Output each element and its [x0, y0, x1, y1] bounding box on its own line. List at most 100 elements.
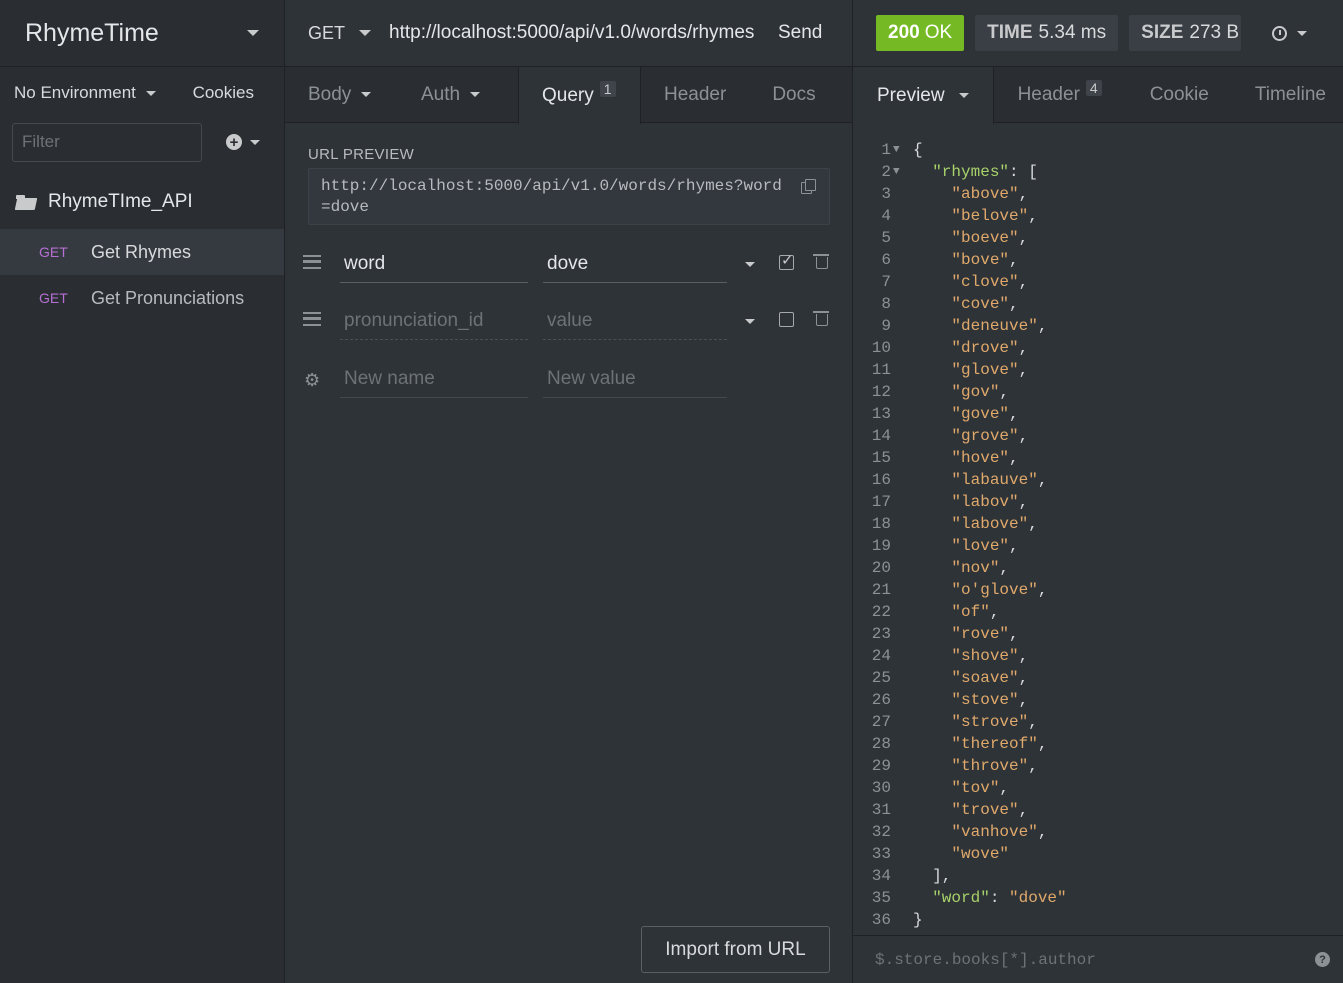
drag-handle-icon[interactable] [303, 312, 321, 326]
gutter [891, 777, 913, 799]
code-line: 15 "hove", [853, 447, 1343, 469]
response-status-bar: 200 OK TIME 5.34 ms SIZE 273 B [853, 0, 1343, 67]
new-value-input[interactable]: New value [543, 360, 727, 398]
line-number: 35 [871, 889, 891, 907]
line-number: 7 [881, 273, 891, 291]
param-name-input[interactable]: word [340, 245, 528, 283]
code-text: "labov", [951, 493, 1029, 511]
chevron-down-icon [958, 93, 969, 98]
code-text: "vanhove", [951, 823, 1048, 841]
new-name-input[interactable]: New name [340, 360, 528, 398]
chevron-down-icon[interactable] [745, 262, 755, 267]
param-value-input[interactable]: dove [543, 245, 727, 283]
code-line: 7 "clove", [853, 271, 1343, 293]
tab-response-header[interactable]: Header 4 [994, 67, 1126, 122]
status-code: 200 [888, 22, 920, 43]
sidebar-filter-input[interactable] [12, 122, 202, 162]
line-number: 28 [871, 735, 891, 753]
line-number: 24 [871, 647, 891, 665]
line-number: 15 [871, 449, 891, 467]
size-metric: SIZE 273 B [1129, 15, 1242, 51]
tab-timeline[interactable]: Timeline [1233, 67, 1326, 122]
add-menu-button[interactable]: + [226, 134, 260, 150]
send-button[interactable]: Send [778, 22, 822, 44]
param-enabled-checkbox[interactable] [779, 312, 794, 327]
method-dropdown[interactable]: GET [285, 23, 389, 44]
line-number: 9 [881, 317, 891, 335]
code-text: "shove", [951, 647, 1029, 665]
response-pane: 200 OK TIME 5.34 ms SIZE 273 B Preview H… [853, 0, 1343, 983]
request-get-pronunciations[interactable]: GET Get Pronunciations [0, 275, 284, 321]
url-input[interactable]: http://localhost:5000/api/v1.0/words/rhy… [389, 22, 755, 44]
chevron-down-icon [359, 30, 372, 36]
code-text: "rhymes": [ [932, 163, 1038, 181]
gutter [891, 359, 913, 381]
gutter [891, 645, 913, 667]
tab-query[interactable]: Query 1 [518, 67, 641, 124]
code-text: "labove", [951, 515, 1038, 533]
sidebar: RhymeTime No Environment Cookies + Rhyme… [0, 0, 285, 983]
trash-icon[interactable] [813, 311, 829, 326]
code-line: 12 "gov", [853, 381, 1343, 403]
code-text: "bove", [951, 251, 1019, 269]
clock-icon [1272, 25, 1288, 41]
line-number: 17 [871, 493, 891, 511]
folder-label: RhymeTIme_API [48, 191, 193, 212]
fold-toggle-icon[interactable]: ▼ [891, 139, 913, 161]
line-number: 10 [871, 339, 891, 357]
gutter [891, 557, 913, 579]
chevron-down-icon[interactable] [745, 319, 755, 324]
url-preview-label: URL PREVIEW [308, 146, 415, 163]
response-body-viewer[interactable]: 1 ▼{2 ▼ "rhymes": [3 "above", 4 "belove", 5 … [853, 139, 1343, 931]
workspace-menu[interactable]: RhymeTime [0, 0, 284, 67]
code-text: "boeve", [951, 229, 1029, 247]
line-number: 6 [881, 251, 891, 269]
gutter [891, 293, 913, 315]
request-get-rhymes[interactable]: GET Get Rhymes [0, 229, 284, 275]
line-number: 19 [871, 537, 891, 555]
url-preview-text: http://localhost:5000/api/v1.0/words/rhy… [321, 177, 782, 216]
tab-preview[interactable]: Preview [853, 67, 994, 124]
cookies-button[interactable]: Cookies [193, 83, 254, 103]
trash-icon[interactable] [813, 254, 829, 269]
param-name-input[interactable]: pronunciation_id [340, 302, 528, 340]
code-text: "nov", [951, 559, 1010, 577]
code-text: "glove", [951, 361, 1029, 379]
code-line: 34 ], [853, 865, 1343, 887]
tab-docs[interactable]: Docs [749, 67, 838, 122]
tab-label: Auth [421, 83, 461, 105]
param-value-input[interactable]: value [543, 302, 727, 340]
code-text: "wove" [951, 845, 1010, 863]
code-text: "stove", [951, 691, 1029, 709]
tab-auth[interactable]: Auth [398, 67, 518, 122]
code-text: "trove", [951, 801, 1029, 819]
gutter [891, 821, 913, 843]
history-dropdown[interactable] [1272, 25, 1308, 41]
copy-icon[interactable] [801, 179, 816, 194]
fold-toggle-icon[interactable]: ▼ [891, 161, 913, 183]
help-icon[interactable]: ? [1315, 952, 1330, 967]
code-line: 16 "labauve", [853, 469, 1343, 491]
request-method: GET [39, 244, 68, 260]
chevron-down-icon[interactable] [247, 30, 259, 36]
code-text: } [913, 911, 923, 929]
code-text: "gove", [951, 405, 1019, 423]
gutter [891, 755, 913, 777]
request-name: Get Rhymes [91, 241, 192, 262]
url-bar: GET http://localhost:5000/api/v1.0/words… [285, 0, 852, 67]
param-enabled-checkbox[interactable] [779, 251, 794, 270]
folder-rhymetime-api[interactable]: RhymeTIme_API [0, 175, 284, 229]
workspace-title: RhymeTime [25, 18, 159, 47]
code-line: 2 ▼ "rhymes": [ [853, 161, 1343, 183]
code-text: "rove", [951, 625, 1019, 643]
tab-header[interactable]: Header [641, 67, 749, 122]
tab-body[interactable]: Body [285, 67, 398, 122]
tab-cookie[interactable]: Cookie [1126, 67, 1233, 122]
gutter [891, 513, 913, 535]
environment-dropdown[interactable]: No Environment [14, 83, 156, 103]
drag-handle-icon[interactable] [303, 255, 321, 269]
code-line: 25 "soave", [853, 667, 1343, 689]
response-filter-input[interactable] [875, 950, 1275, 969]
import-from-url-button[interactable]: Import from URL [641, 926, 830, 973]
line-number: 5 [881, 229, 891, 247]
